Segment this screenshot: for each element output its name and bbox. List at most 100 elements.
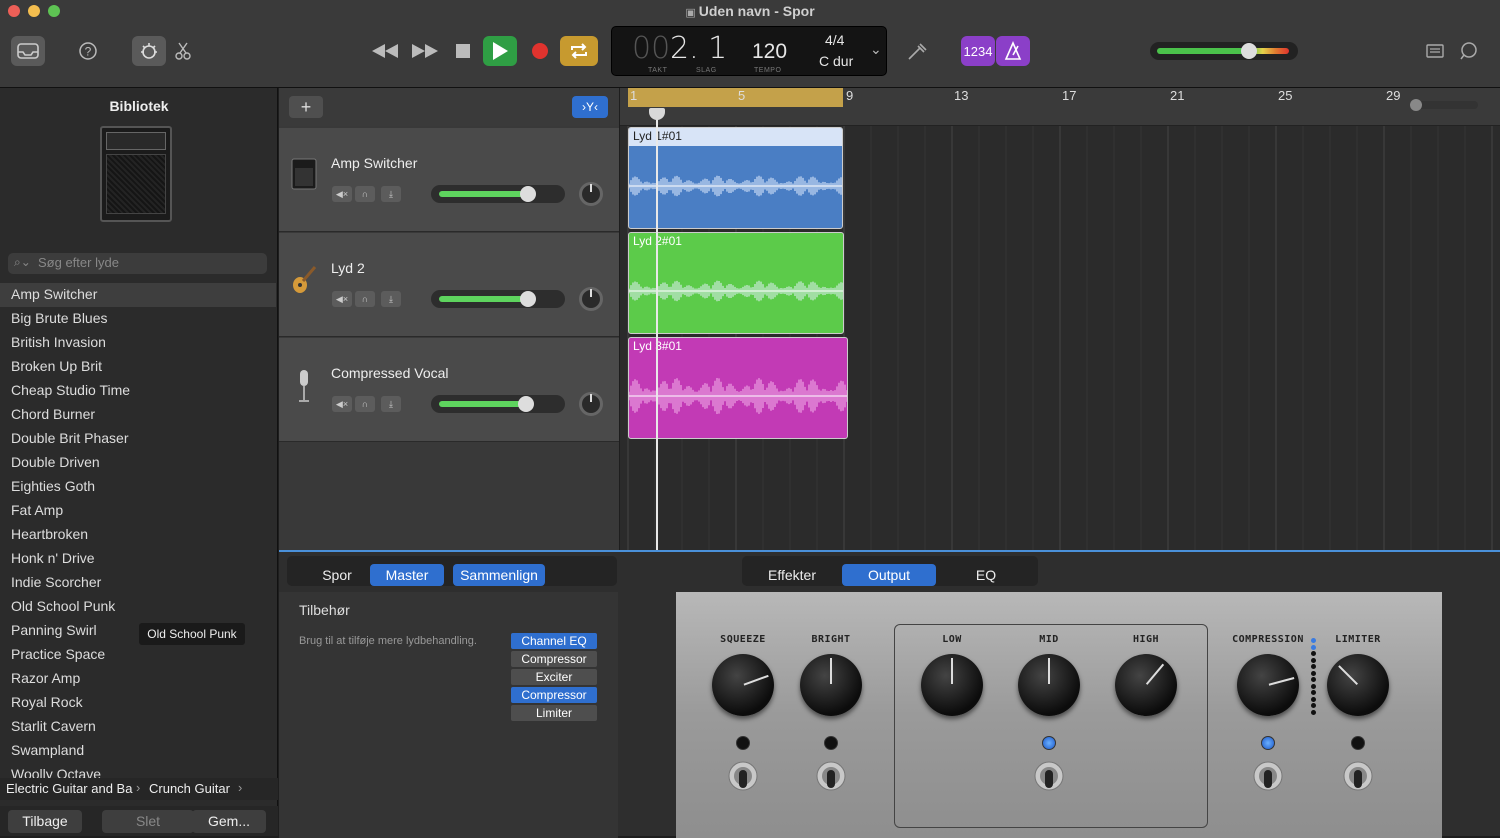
track-pan-knob[interactable] [579,287,603,311]
lcd-key[interactable]: C dur [819,53,853,69]
amp-knob[interactable] [800,654,862,716]
library-item[interactable]: Swampland [11,739,84,761]
rewind-button[interactable] [368,36,402,66]
library-item[interactable]: Starlit Cavern [11,715,96,737]
record-enable-button[interactable]: ⤓ [381,291,401,307]
track-pan-knob[interactable] [579,182,603,206]
help-button[interactable]: ? [71,36,105,66]
metronome-button[interactable] [996,36,1030,66]
amp-knob[interactable] [921,654,983,716]
toggle-switch[interactable] [1342,758,1374,798]
add-track-button[interactable]: + [289,96,323,118]
tab-effects[interactable]: Effekter [750,564,834,586]
master-volume-slider[interactable] [1150,42,1298,60]
ruler[interactable]: 1 5 9 13 17 21 25 29 [620,88,1500,126]
toggle-switch[interactable] [727,758,759,798]
library-item[interactable]: Royal Rock [11,691,83,713]
play-button[interactable] [483,36,517,66]
amp-knob[interactable] [1115,654,1177,716]
track-header[interactable]: Compressed Vocal ◀× ∩ ⤓ [279,338,619,442]
amp-knob[interactable] [1018,654,1080,716]
plugin-slot[interactable]: Compressor [511,687,597,703]
track-volume-knob[interactable] [520,291,536,307]
arrange-area[interactable]: 1 5 9 13 17 21 25 29 Lyd 1#01 Lyd 2#01 Lyd 3#01 [620,88,1500,550]
library-item[interactable]: Broken Up Brit [11,355,102,377]
solo-button[interactable]: ∩ [355,291,375,307]
tab-compare[interactable]: Sammenlign [453,564,545,586]
audio-region[interactable]: Lyd 1#01 [628,127,843,229]
library-item[interactable]: Razor Amp [11,667,80,689]
count-in-button[interactable]: 1234 [961,36,995,66]
toggle-switch[interactable] [815,758,847,798]
delete-button[interactable]: Slet [102,810,194,833]
track-name[interactable]: Lyd 2 [331,260,365,276]
library-item[interactable]: Double Driven [11,451,100,473]
mute-button[interactable]: ◀× [332,186,352,202]
track-pan-knob[interactable] [579,392,603,416]
toggle-switch[interactable] [1252,758,1284,798]
plugin-slot[interactable]: Compressor [511,651,597,667]
breadcrumb-item-category[interactable]: Electric Guitar and Ba [6,781,132,796]
cycle-button[interactable] [560,36,598,66]
cycle-region[interactable] [628,88,843,107]
notes-button[interactable] [1418,36,1452,66]
library-item[interactable]: Honk n' Drive [11,547,95,569]
track-header[interactable]: Amp Switcher ◀× ∩ ⤓ [279,128,619,232]
track-volume-knob[interactable] [520,186,536,202]
loop-browser-button[interactable] [1452,36,1486,66]
tuner-button[interactable] [900,36,934,66]
master-volume-knob[interactable] [1241,43,1257,59]
track-volume-slider[interactable] [431,395,565,413]
audio-region[interactable]: Lyd 2#01 [628,232,844,334]
playhead[interactable] [656,110,658,550]
breadcrumb-item-subcategory[interactable]: Crunch Guitar [149,781,230,796]
library-toggle-button[interactable] [11,36,45,66]
library-item[interactable]: British Invasion [11,331,106,353]
library-item[interactable]: Double Brit Phaser [11,427,129,449]
track-name[interactable]: Compressed Vocal [331,365,449,381]
library-item[interactable]: Indie Scorcher [11,571,101,593]
tab-eq[interactable]: EQ [944,564,1028,586]
chevron-down-icon[interactable]: ⌄ [870,41,882,58]
audio-region[interactable]: Lyd 3#01 [628,337,848,439]
save-button[interactable]: Gem... [192,810,266,833]
record-enable-button[interactable]: ⤓ [381,186,401,202]
library-item[interactable]: Big Brute Blues [11,307,108,329]
tab-output[interactable]: Output [842,564,936,586]
track-volume-knob[interactable] [518,396,534,412]
tab-master[interactable]: Master [370,564,444,586]
track-volume-slider[interactable] [431,290,565,308]
library-item[interactable]: Panning Swirl [11,619,97,641]
fast-forward-button[interactable] [408,36,442,66]
amp-knob[interactable] [712,654,774,716]
solo-button[interactable]: ∩ [355,186,375,202]
record-button[interactable] [523,36,557,66]
search-input[interactable]: ⌕⌄ Søg efter lyde [8,253,267,274]
mute-button[interactable]: ◀× [332,291,352,307]
plugin-slot[interactable]: Channel EQ [511,633,597,649]
library-item[interactable]: Cheap Studio Time [11,379,130,401]
toggle-switch[interactable] [1033,758,1065,798]
editors-button[interactable] [166,36,200,66]
lcd-tempo[interactable]: 120 [752,40,787,64]
library-item[interactable]: Eighties Goth [11,475,95,497]
record-enable-button[interactable]: ⤓ [381,396,401,412]
plugin-slot[interactable]: Limiter [511,705,597,721]
library-item[interactable]: Amp Switcher [11,283,97,305]
library-item[interactable]: Heartbroken [11,523,88,545]
track-header[interactable]: Lyd 2 ◀× ∩ ⤓ [279,233,619,337]
catch-playhead-button[interactable]: ›Y‹ [572,96,608,118]
library-item[interactable]: Old School Punk [11,595,115,617]
zoom-slider[interactable] [1410,99,1478,111]
library-item[interactable]: Chord Burner [11,403,95,425]
plugin-slot[interactable]: Exciter [511,669,597,685]
amp-knob[interactable] [1237,654,1299,716]
track-volume-slider[interactable] [431,185,565,203]
back-button[interactable]: Tilbage [8,810,82,833]
lcd-display[interactable]: 00 2. 1 TAKT SLAG 120 TEMPO 4/4 C dur ⌄ [611,26,887,76]
smart-controls-button[interactable] [132,36,166,66]
zoom-slider-knob[interactable] [1410,99,1422,111]
track-name[interactable]: Amp Switcher [331,155,417,171]
amp-knob[interactable] [1327,654,1389,716]
mute-button[interactable]: ◀× [332,396,352,412]
